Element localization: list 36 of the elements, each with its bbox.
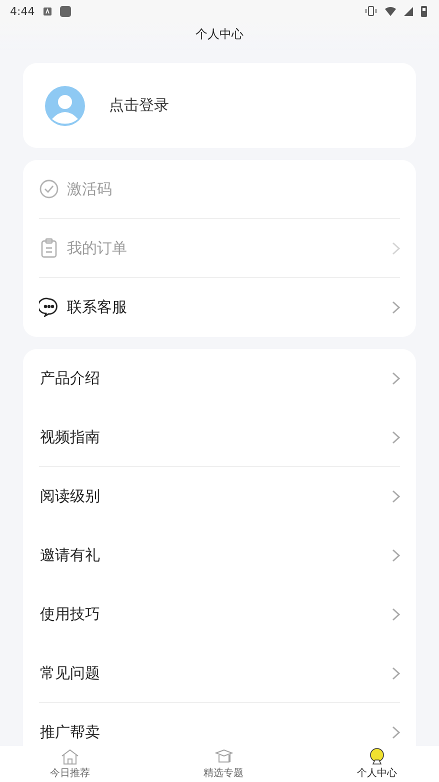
menu-item[interactable]: 阅读级别 (39, 467, 400, 526)
vibrate-icon (365, 6, 377, 16)
menu-item[interactable]: 使用技巧 (39, 585, 400, 644)
chevron-right-icon (392, 666, 400, 680)
menu-item[interactable]: 产品介绍 (39, 349, 400, 408)
menu-item[interactable]: 常见问题 (39, 644, 400, 703)
tab[interactable]: 今日推荐 (50, 746, 90, 782)
status-time: 4:44 (10, 4, 35, 18)
check-circle-icon (39, 179, 59, 199)
clipboard-icon (40, 238, 58, 258)
notification-icon (42, 6, 52, 16)
menu-item[interactable]: 推广帮卖 (39, 703, 400, 746)
chevron-right-icon (392, 548, 400, 562)
chevron-right-icon (392, 430, 400, 444)
graduation-cap-icon (214, 748, 232, 764)
page-title: 个人中心 (196, 26, 244, 42)
login-card[interactable]: 点击登录 (23, 63, 416, 148)
tab[interactable]: 精选专题 (204, 746, 244, 782)
avatar-icon (45, 86, 85, 126)
menu-item[interactable]: 邀请有礼 (39, 526, 400, 585)
chevron-right-icon (392, 608, 400, 620)
login-label: 点击登录 (109, 96, 169, 115)
chat-bubble-icon (39, 297, 59, 317)
home-icon (61, 748, 79, 764)
chevron-right-icon (392, 242, 400, 254)
tab[interactable]: 个人中心 (357, 746, 397, 782)
chevron-right-icon (392, 490, 400, 502)
menu-item[interactable]: 联系客服 (39, 278, 400, 337)
menu-item[interactable]: 视频指南 (39, 408, 400, 467)
battery-icon (421, 6, 427, 16)
chevron-right-icon (392, 372, 400, 384)
wifi-icon (385, 6, 396, 16)
app-icon (60, 6, 71, 16)
chevron-right-icon (392, 300, 400, 314)
chevron-right-icon (392, 726, 400, 738)
signal-icon (404, 6, 413, 16)
